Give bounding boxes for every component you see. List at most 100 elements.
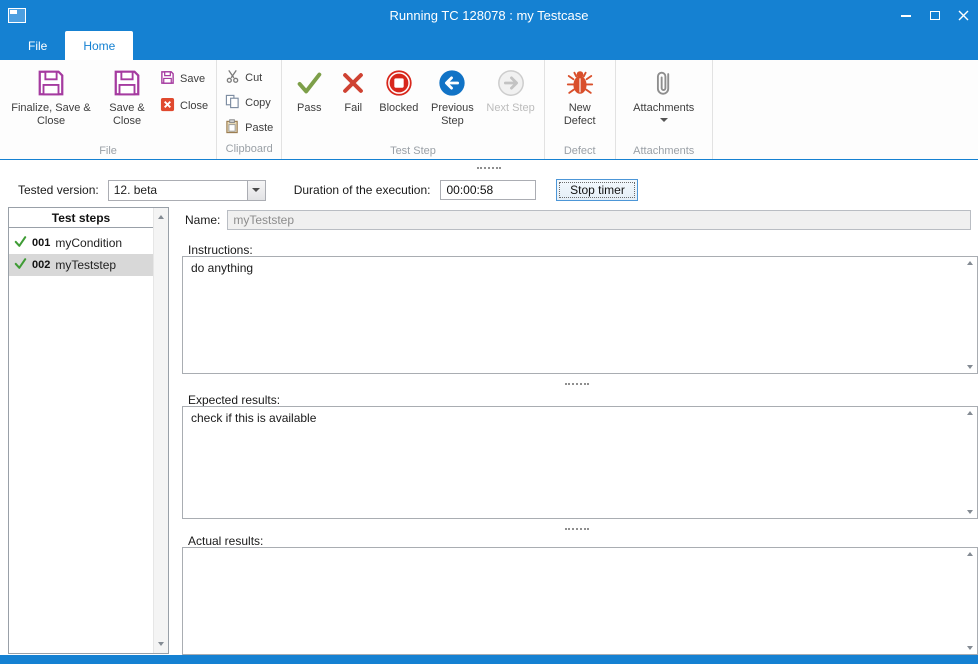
arrow-up-icon[interactable] [967,552,973,556]
ribbon: Finalize, Save & Close Save & Close Save [0,60,978,160]
grip-dots-icon [565,528,589,530]
attachments-button[interactable]: Attachments [621,63,707,143]
main-content: Test steps 001 myCondition 002 myTestste… [0,207,978,655]
button-label: Save & Close [101,102,153,128]
save-and-close-button[interactable]: Save & Close [97,63,157,143]
instructions-text: do anything [183,257,977,279]
scissors-icon [225,69,240,87]
ribbon-group-attachments: Attachments Attachments [616,60,713,159]
pass-button[interactable]: Pass [287,63,331,143]
steps-scrollbar[interactable] [153,208,168,653]
actual-results-text [183,548,977,556]
floppy-disk-small-icon [160,70,175,88]
button-label: New Defect [554,102,606,128]
next-step-button[interactable]: Next Step [482,63,538,143]
button-label: Previous Step [426,102,478,128]
tested-version-dropdown-button[interactable] [247,181,265,200]
execution-toolbar: Tested version: 12. beta Duration of the… [0,176,978,204]
button-label: Paste [245,122,273,134]
group-label-defect: Defect [545,143,615,161]
red-x-box-icon [160,97,175,115]
actual-results-label: Actual results: [188,534,263,548]
floppy-disk-icon [36,67,66,99]
instructions-textarea[interactable]: do anything [182,256,978,374]
tab-home[interactable]: Home [65,31,133,60]
test-step-row-selected[interactable]: 002 myTeststep [9,254,153,276]
pages-icon [225,94,240,112]
clipboard-buttons: Cut Copy Paste [222,63,276,137]
minimize-icon [901,15,911,17]
expected-results-textarea[interactable]: check if this is available [182,406,978,519]
test-steps-header: Test steps [9,208,153,228]
window-title: Running TC 128078 : my Testcase [0,0,978,31]
paste-button[interactable]: Paste [225,119,273,137]
chevron-down-icon[interactable] [660,118,668,122]
maximize-button[interactable] [920,0,949,31]
close-document-button[interactable]: Close [160,97,208,115]
ribbon-group-clipboard: Cut Copy Paste Cl [217,60,282,159]
ribbon-splitter[interactable] [0,161,978,174]
ribbon-group-test-step: Pass Fail Blocked [282,60,544,159]
file-group-small-buttons: Save Close [157,63,211,115]
gray-right-arrow-circle-icon [496,67,526,99]
group-label-file: File [0,143,216,161]
arrow-down-icon[interactable] [967,365,973,369]
name-input[interactable] [227,210,971,230]
arrow-down-icon[interactable] [967,646,973,650]
previous-step-button[interactable]: Previous Step [422,63,482,143]
arrow-down-icon[interactable] [967,510,973,514]
tested-version-select[interactable]: 12. beta [108,180,266,201]
section-splitter[interactable] [176,377,978,390]
title-bar: Running TC 128078 : my Testcase [0,0,978,31]
button-label: Fail [344,102,362,115]
minimize-button[interactable] [891,0,920,31]
actual-results-textarea[interactable] [182,547,978,655]
close-window-button[interactable] [949,0,978,31]
group-label-clipboard: Clipboard [217,141,281,159]
section-splitter[interactable] [176,522,978,535]
new-defect-button[interactable]: New Defect [550,63,610,143]
paperclip-icon [651,67,677,99]
button-label: Cut [245,72,262,84]
button-label: Copy [245,97,271,109]
finalize-save-close-button[interactable]: Finalize, Save & Close [5,63,97,143]
expected-results-label: Expected results: [188,393,280,407]
stop-timer-button[interactable]: Stop timer [556,179,638,201]
scroll-down-button[interactable] [154,637,168,651]
bug-icon [565,67,595,99]
grip-dots-icon [477,167,501,169]
button-label: Save [180,73,205,85]
duration-label: Duration of the execution: [294,183,431,197]
test-step-row[interactable]: 001 myCondition [9,232,153,254]
step-name: myCondition [55,236,122,250]
arrow-up-icon[interactable] [967,411,973,415]
tab-file[interactable]: File [10,31,65,60]
cut-button[interactable]: Cut [225,69,273,87]
test-steps-list: 001 myCondition 002 myTeststep [9,228,153,276]
window-bottom-border [0,655,978,664]
window-controls [891,0,978,31]
arrow-down-icon [158,642,164,646]
button-label: Attachments [633,102,694,115]
fail-button[interactable]: Fail [331,63,375,143]
instructions-label: Instructions: [188,243,253,257]
button-label: Finalize, Save & Close [9,102,93,128]
ribbon-tab-bar: File Home [0,31,978,60]
blocked-button[interactable]: Blocked [375,63,422,143]
copy-button[interactable]: Copy [225,94,273,112]
ribbon-group-defect: New Defect Defect [545,60,616,159]
maximize-icon [930,11,940,20]
grip-dots-icon [565,383,589,385]
name-label: Name: [185,213,220,227]
duration-input[interactable] [440,180,536,200]
floppy-disk-icon [112,67,142,99]
save-button[interactable]: Save [160,70,208,88]
tested-version-label: Tested version: [18,183,99,197]
step-number: 001 [32,237,50,249]
arrow-up-icon[interactable] [967,261,973,265]
button-label: Pass [297,102,321,115]
test-steps-panel: Test steps 001 myCondition 002 myTestste… [8,207,169,654]
scroll-up-button[interactable] [154,210,168,224]
close-icon [958,10,969,21]
expected-results-text: check if this is available [183,407,977,429]
